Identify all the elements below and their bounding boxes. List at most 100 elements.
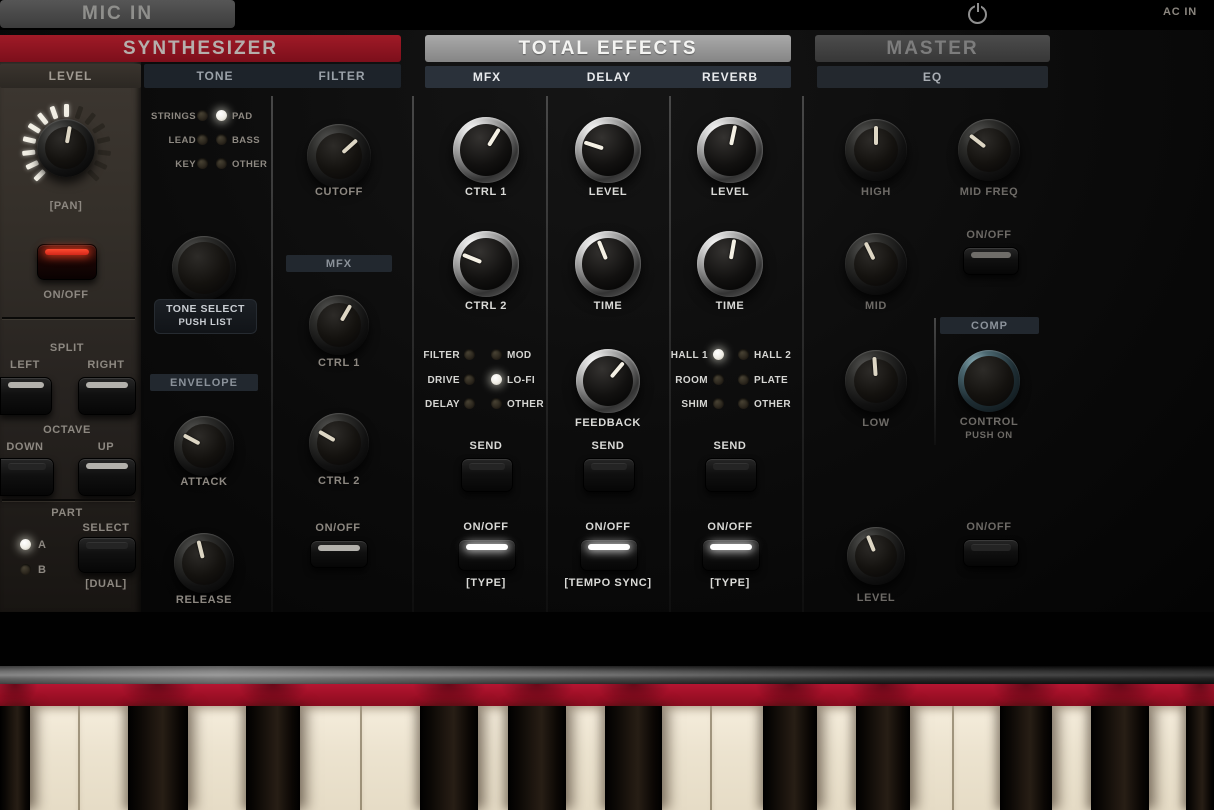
reverb-send-button[interactable] bbox=[705, 458, 757, 492]
level-knob[interactable] bbox=[37, 119, 95, 177]
tab-delay[interactable]: DELAY bbox=[547, 70, 671, 84]
black-key[interactable] bbox=[1000, 706, 1052, 810]
tone-led-label: STRINGS bbox=[136, 111, 196, 122]
tab-reverb[interactable]: REVERB bbox=[669, 70, 791, 84]
filter-ctrl1-knob[interactable] bbox=[309, 295, 369, 355]
reverb-other-led bbox=[738, 398, 749, 409]
black-key[interactable] bbox=[508, 706, 566, 810]
reverb-on-off-label: ON/OFF bbox=[665, 521, 795, 533]
reverb-level-knob[interactable] bbox=[697, 117, 763, 183]
black-key[interactable] bbox=[0, 706, 30, 810]
felt-shadow bbox=[1178, 684, 1214, 707]
felt-shadow bbox=[500, 684, 574, 707]
comp-badge: COMP bbox=[940, 317, 1039, 334]
reverb-led-label: HALL 1 bbox=[650, 350, 708, 361]
tab-mfx[interactable]: MFX bbox=[425, 70, 549, 84]
mfx-mod-led bbox=[491, 349, 502, 360]
felt-shadow bbox=[120, 684, 196, 707]
felt-shadow bbox=[412, 684, 486, 707]
eq-on-off-label: ON/OFF bbox=[924, 229, 1054, 241]
synth-on-off-button[interactable] bbox=[37, 244, 97, 280]
black-key[interactable] bbox=[1091, 706, 1149, 810]
felt-shadow bbox=[597, 684, 670, 707]
delay-on-off-button[interactable] bbox=[580, 539, 638, 571]
black-key[interactable] bbox=[605, 706, 662, 810]
synth-on-off-label: ON/OFF bbox=[1, 289, 131, 301]
level-section-header: LEVEL bbox=[0, 64, 141, 88]
eq-high-knob[interactable] bbox=[845, 119, 907, 181]
mic-on-off-button[interactable] bbox=[963, 539, 1019, 567]
delay-on-off-label: ON/OFF bbox=[543, 521, 673, 533]
octave-up-button[interactable] bbox=[78, 458, 136, 496]
cutoff-knob[interactable] bbox=[307, 124, 371, 188]
black-key[interactable] bbox=[128, 706, 188, 810]
mfx-filter-led bbox=[464, 349, 475, 360]
split-left-button[interactable] bbox=[0, 377, 52, 415]
attack-knob[interactable] bbox=[174, 416, 234, 476]
mfx-other-led bbox=[491, 398, 502, 409]
tone-select-button[interactable]: TONE SELECT PUSH LIST bbox=[154, 299, 257, 334]
mfx-send-button[interactable] bbox=[461, 458, 513, 492]
delay-send-label: SEND bbox=[543, 440, 673, 452]
octave-header: OCTAVE bbox=[2, 424, 132, 436]
tone-lead-led bbox=[197, 134, 208, 145]
synthesizer-front-panel: AC IN SYNTHESIZER TOTAL EFFECTS MASTER L… bbox=[0, 0, 1214, 810]
felt-shadow bbox=[1083, 684, 1157, 707]
mfx-ctrl2-knob[interactable] bbox=[453, 231, 519, 297]
mfx-type-label: [TYPE] bbox=[421, 577, 551, 589]
key-rail bbox=[0, 666, 1214, 685]
panel-key-gap bbox=[0, 612, 1214, 670]
mic-level-knob[interactable] bbox=[847, 527, 905, 585]
split-right-button[interactable] bbox=[78, 377, 136, 415]
comp-control-knob[interactable] bbox=[958, 350, 1020, 412]
mfx-on-off-button[interactable] bbox=[458, 539, 516, 571]
effects-tabs-strip: MFX DELAY REVERB bbox=[425, 66, 791, 88]
part-select-label: SELECT bbox=[41, 522, 171, 534]
tone-filter-section-header: TONE FILTER bbox=[144, 64, 401, 88]
filter-on-off-label: ON/OFF bbox=[273, 522, 403, 534]
delay-feedback-knob[interactable] bbox=[576, 349, 640, 413]
reverb-time-knob[interactable] bbox=[697, 231, 763, 297]
mfx-ctrl2-label: CTRL 2 bbox=[421, 300, 551, 312]
mfx-ctrl1-knob[interactable] bbox=[453, 117, 519, 183]
split-right-label: RIGHT bbox=[41, 359, 171, 371]
tone-select-knob[interactable] bbox=[172, 236, 236, 300]
black-key[interactable] bbox=[246, 706, 300, 810]
mfx-delay-led bbox=[464, 398, 475, 409]
eq-on-off-button[interactable] bbox=[963, 247, 1019, 275]
tone-select-button-line1: TONE SELECT bbox=[155, 303, 256, 316]
felt-shadow bbox=[238, 684, 308, 707]
eq-mid-knob[interactable] bbox=[845, 233, 907, 295]
mic-level-label: LEVEL bbox=[811, 592, 941, 604]
total-effects-header: TOTAL EFFECTS bbox=[425, 35, 791, 62]
reverb-led-label: ROOM bbox=[650, 375, 708, 386]
synthesizer-header: SYNTHESIZER bbox=[0, 35, 401, 62]
delay-time-label: TIME bbox=[543, 300, 673, 312]
delay-time-knob[interactable] bbox=[575, 231, 641, 297]
part-select-button[interactable] bbox=[78, 537, 136, 573]
reverb-shim-led bbox=[713, 398, 724, 409]
black-key[interactable] bbox=[856, 706, 910, 810]
eq-section-header: EQ bbox=[817, 66, 1048, 88]
tone-key-led bbox=[197, 158, 208, 169]
delay-level-knob[interactable] bbox=[575, 117, 641, 183]
filter-on-off-button[interactable] bbox=[310, 540, 368, 568]
envelope-badge: ENVELOPE bbox=[150, 374, 258, 391]
release-knob[interactable] bbox=[174, 533, 234, 593]
black-key[interactable] bbox=[763, 706, 817, 810]
reverb-type-label: [TYPE] bbox=[665, 577, 795, 589]
power-icon[interactable] bbox=[968, 5, 987, 24]
reverb-time-label: TIME bbox=[665, 300, 795, 312]
reverb-on-off-button[interactable] bbox=[702, 539, 760, 571]
mfx-led-label: MOD bbox=[507, 350, 532, 361]
reverb-led-label: HALL 2 bbox=[754, 350, 791, 361]
filter-ctrl2-knob[interactable] bbox=[309, 413, 369, 473]
black-key[interactable] bbox=[420, 706, 478, 810]
eq-mid-freq-knob[interactable] bbox=[958, 119, 1020, 181]
felt-shadow bbox=[0, 684, 38, 707]
eq-low-knob[interactable] bbox=[845, 350, 907, 412]
delay-send-button[interactable] bbox=[583, 458, 635, 492]
black-key[interactable] bbox=[1186, 706, 1214, 810]
octave-down-button[interactable] bbox=[0, 458, 54, 496]
eq-mid-label: MID bbox=[811, 300, 941, 312]
